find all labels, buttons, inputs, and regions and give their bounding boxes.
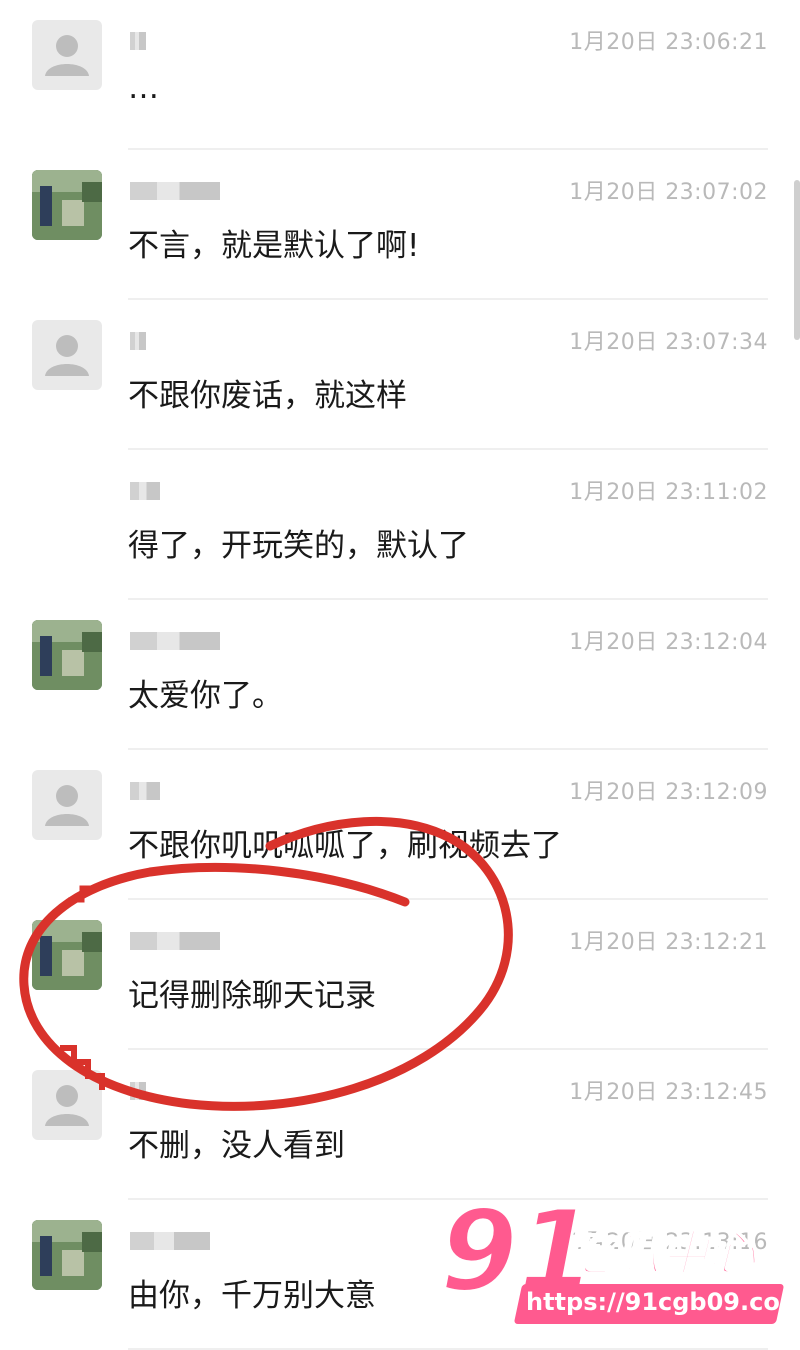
message-text: 不言，就是默认了啊! bbox=[128, 228, 420, 264]
chat-message[interactable]: 1月20日 23:07:34 不跟你废话，就这样 bbox=[0, 300, 800, 450]
chat-history-list: 1月20日 23:06:21 … 1月20日 23:07:02 不言，就是默认了… bbox=[0, 0, 800, 1350]
message-timestamp: 1月20日 23:12:04 bbox=[569, 630, 768, 655]
person-silhouette-icon[interactable] bbox=[32, 1070, 102, 1140]
message-text: 太爱你了。 bbox=[128, 678, 283, 714]
sender-name-redacted bbox=[130, 332, 146, 350]
chat-message[interactable]: 1月20日 23:12:04 太爱你了。 bbox=[0, 600, 800, 750]
photo-avatar-icon[interactable] bbox=[32, 920, 102, 990]
sender-name-redacted bbox=[130, 782, 160, 800]
message-timestamp: 1月20日 23:07:34 bbox=[569, 330, 768, 355]
chat-message-highlighted[interactable]: 1月20日 23:12:21 记得删除聊天记录 bbox=[0, 900, 800, 1050]
photo-avatar-icon[interactable] bbox=[32, 620, 102, 690]
sender-name-redacted bbox=[130, 482, 160, 500]
message-text: … bbox=[128, 70, 159, 106]
message-text: 得了，开玩笑的，默认了 bbox=[128, 528, 469, 564]
message-timestamp: 1月20日 23:07:02 bbox=[569, 180, 768, 205]
person-silhouette-icon[interactable] bbox=[32, 20, 102, 90]
sender-name-redacted bbox=[130, 32, 146, 50]
message-text: 不跟你废话，就这样 bbox=[128, 378, 407, 414]
message-timestamp: 1月20日 23:06:21 bbox=[569, 30, 768, 55]
person-silhouette-icon[interactable] bbox=[32, 770, 102, 840]
scrollbar[interactable] bbox=[794, 180, 800, 340]
photo-avatar-icon[interactable] bbox=[32, 1220, 102, 1290]
chat-message[interactable]: 1月20日 23:12:45 不删，没人看到 bbox=[0, 1050, 800, 1200]
sender-name-redacted bbox=[130, 1082, 146, 1100]
photo-avatar-icon[interactable] bbox=[32, 170, 102, 240]
message-text: 记得删除聊天记录 bbox=[128, 978, 376, 1014]
sender-name-redacted bbox=[130, 932, 220, 950]
chat-message[interactable]: 1月20日 23:11:02 得了，开玩笑的，默认了 bbox=[0, 450, 800, 600]
blank-avatar-icon[interactable] bbox=[32, 470, 102, 540]
chat-message[interactable]: 1月20日 23:12:09 不跟你叽叽呱呱了，刷视频去了 bbox=[0, 750, 800, 900]
message-timestamp: 1月20日 23:12:09 bbox=[569, 780, 768, 805]
chat-message[interactable]: 1月20日 23:07:02 不言，就是默认了啊! bbox=[0, 150, 800, 300]
person-silhouette-icon[interactable] bbox=[32, 320, 102, 390]
message-timestamp: 1月20日 23:12:21 bbox=[569, 930, 768, 955]
sender-name-redacted bbox=[130, 632, 220, 650]
message-timestamp: 1月20日 23:12:45 bbox=[569, 1080, 768, 1105]
site-watermark: 91 吃瓜中心 https://91cgb09.com bbox=[439, 1195, 800, 1330]
message-text: 由你，千万别大意 bbox=[128, 1278, 376, 1314]
sender-name-redacted bbox=[130, 182, 220, 200]
chat-message[interactable]: 1月20日 23:06:21 … bbox=[0, 0, 800, 150]
message-text: 不删，没人看到 bbox=[128, 1128, 345, 1164]
sender-name-redacted bbox=[130, 1232, 210, 1250]
message-text: 不跟你叽叽呱呱了，刷视频去了 bbox=[128, 828, 562, 864]
watermark-name: 吃瓜中心 bbox=[563, 1225, 757, 1283]
message-timestamp: 1月20日 23:11:02 bbox=[569, 480, 768, 505]
watermark-url: https://91cgb09.com bbox=[526, 1288, 800, 1316]
